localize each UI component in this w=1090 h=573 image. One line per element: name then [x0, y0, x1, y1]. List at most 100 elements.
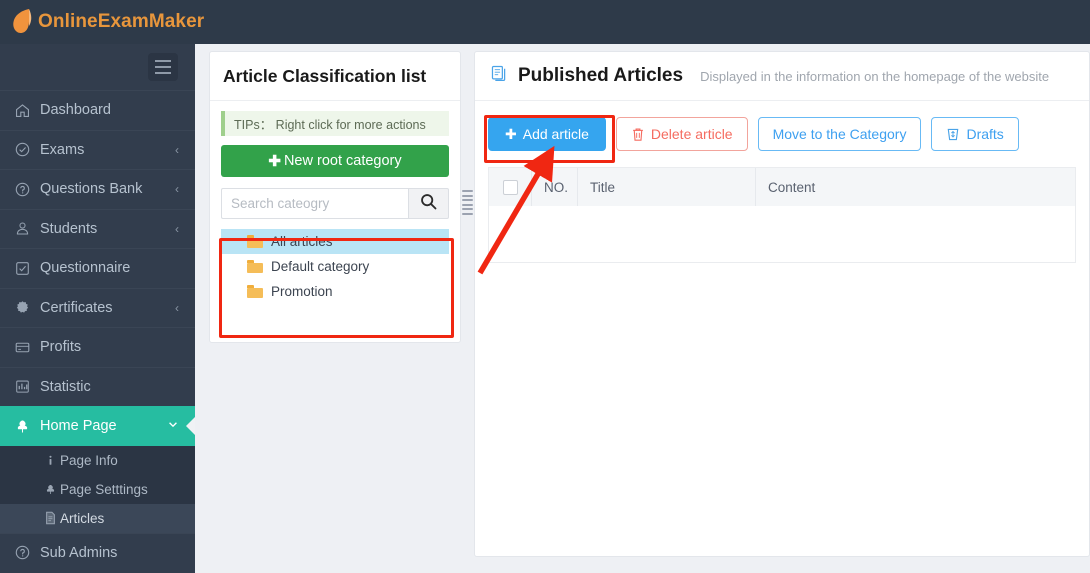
sidebar-sublabel: Page Setttings [60, 481, 148, 497]
folder-icon [247, 285, 264, 298]
panel-resize-handle[interactable] [462, 190, 473, 215]
column-no: NO. [532, 168, 578, 206]
search-category-row [221, 188, 449, 219]
info-icon [40, 454, 60, 467]
trash-icon [631, 127, 645, 142]
classification-body: TIPs： Right click for more actions ✚ New… [210, 101, 460, 304]
sidebar-submenu-home-page: Page Info Page Setttings Articles [0, 445, 195, 533]
chevron-left-icon: ‹ [175, 300, 179, 315]
plus-icon: ✚ [505, 125, 517, 142]
articles-table: NO. Title Content [488, 167, 1076, 263]
sidebar-item-page-settings[interactable]: Page Setttings [0, 475, 195, 504]
drafts-label: Drafts [966, 126, 1004, 142]
category-label: Default category [271, 259, 370, 274]
check-circle-icon [14, 141, 38, 158]
home-icon [14, 102, 38, 119]
app-root: OnlineExamMaker Dashboard Exams ‹ Questi… [0, 0, 1090, 573]
column-content: Content [768, 179, 816, 195]
file-icon [40, 511, 60, 525]
category-node-all-articles[interactable]: All articles [221, 229, 449, 254]
question-circle-icon [14, 181, 38, 198]
users-icon [14, 220, 38, 237]
category-node-promotion[interactable]: Promotion [221, 279, 449, 304]
checkbox-icon [14, 260, 38, 277]
classification-title: Article Classification list [210, 52, 460, 101]
sidebar-item-sub-admins[interactable]: Sub Admins [0, 532, 195, 573]
leaf-small-icon [40, 483, 60, 496]
brand-logo[interactable]: OnlineExamMaker [0, 7, 204, 37]
brand-name: OnlineExamMaker [38, 11, 205, 32]
category-node-default-category[interactable]: Default category [221, 254, 449, 279]
sidebar-item-students[interactable]: Students ‹ [0, 208, 195, 249]
sidebar-item-profits[interactable]: Profits [0, 327, 195, 367]
select-all-cell[interactable] [489, 168, 532, 206]
folder-icon [247, 260, 264, 273]
new-root-category-button[interactable]: ✚ New root category [221, 145, 449, 177]
column-title: Title [578, 168, 756, 206]
published-articles-panel: Published Articles Displayed in the info… [474, 51, 1090, 557]
drafts-icon [946, 127, 960, 142]
add-article-label: Add article [522, 126, 589, 142]
bar-chart-icon [14, 378, 38, 395]
top-bar: OnlineExamMaker [0, 0, 1090, 44]
category-tree: All articles Default category Promotion [221, 229, 449, 304]
sidebar-item-dashboard[interactable]: Dashboard [0, 90, 195, 130]
plus-icon: ✚ [268, 153, 281, 170]
sidebar-item-home-page[interactable]: Home Page [0, 406, 195, 446]
sidebar-item-questions-bank[interactable]: Questions Bank ‹ [0, 169, 195, 209]
hamburger-line [155, 60, 171, 62]
hamburger-line [155, 66, 171, 68]
search-button[interactable] [408, 188, 449, 219]
search-category-input[interactable] [221, 188, 408, 219]
sidebar-item-page-info[interactable]: Page Info [0, 446, 195, 475]
move-to-category-button[interactable]: Move to the Category [757, 117, 922, 151]
sidebar-label: Students [40, 220, 98, 237]
sidebar-item-questionnaire[interactable]: Questionnaire [0, 248, 195, 288]
delete-article-button[interactable]: Delete article [615, 117, 748, 151]
sidebar-label: Home Page [40, 418, 117, 435]
sidebar-item-statistic[interactable]: Statistic [0, 366, 195, 407]
article-classification-panel: Article Classification list TIPs： Right … [209, 51, 461, 343]
menu-toggle-row [0, 44, 195, 90]
card-icon [14, 339, 38, 356]
sidebar-label: Exams [40, 141, 85, 158]
chevron-down-icon [167, 419, 179, 434]
chevron-left-icon: ‹ [175, 182, 179, 197]
sidebar-item-exams[interactable]: Exams ‹ [0, 129, 195, 170]
sidebar: Dashboard Exams ‹ Questions Bank ‹ Stude… [0, 44, 195, 573]
sidebar-label: Sub Admins [40, 544, 118, 561]
new-root-category-label: New root category [283, 153, 402, 169]
search-icon [419, 192, 438, 216]
chevron-left-icon: ‹ [175, 142, 179, 157]
sidebar-label: Certificates [40, 299, 113, 316]
sidebar-item-articles[interactable]: Articles [0, 503, 195, 533]
sidebar-sublabel: Page Info [60, 452, 118, 468]
select-all-checkbox[interactable] [502, 179, 518, 195]
articles-toolbar: ✚ Add article Delete article Move to the… [475, 101, 1089, 167]
add-article-button[interactable]: ✚ Add article [488, 117, 606, 151]
published-articles-header: Published Articles Displayed in the info… [475, 52, 1089, 101]
drafts-button[interactable]: Drafts [931, 117, 1019, 151]
sidebar-label: Profits [40, 339, 82, 356]
articles-icon [490, 64, 509, 88]
category-label: All articles [271, 234, 333, 249]
published-articles-title: Published Articles [518, 65, 684, 86]
chevron-left-icon: ‹ [175, 221, 179, 236]
menu-toggle-button[interactable] [148, 53, 178, 81]
sidebar-item-certificates[interactable]: Certificates ‹ [0, 287, 195, 328]
leaf-icon [14, 418, 38, 435]
table-header-row: NO. Title Content [489, 168, 1075, 206]
folder-icon [247, 235, 264, 248]
question-circle-icon [14, 544, 38, 561]
leaf-logo-icon [10, 7, 36, 37]
delete-article-label: Delete article [650, 126, 733, 142]
published-articles-subtitle: Displayed in the information on the home… [700, 68, 1050, 84]
sidebar-label: Statistic [40, 378, 91, 395]
sidebar-sublabel: Articles [60, 510, 105, 526]
sidebar-label: Questions Bank [40, 181, 143, 198]
category-label: Promotion [271, 284, 333, 299]
badge-icon [14, 299, 38, 316]
table-body-empty [489, 206, 1075, 263]
sidebar-label: Dashboard [40, 102, 111, 119]
move-to-category-label: Move to the Category [772, 126, 907, 142]
